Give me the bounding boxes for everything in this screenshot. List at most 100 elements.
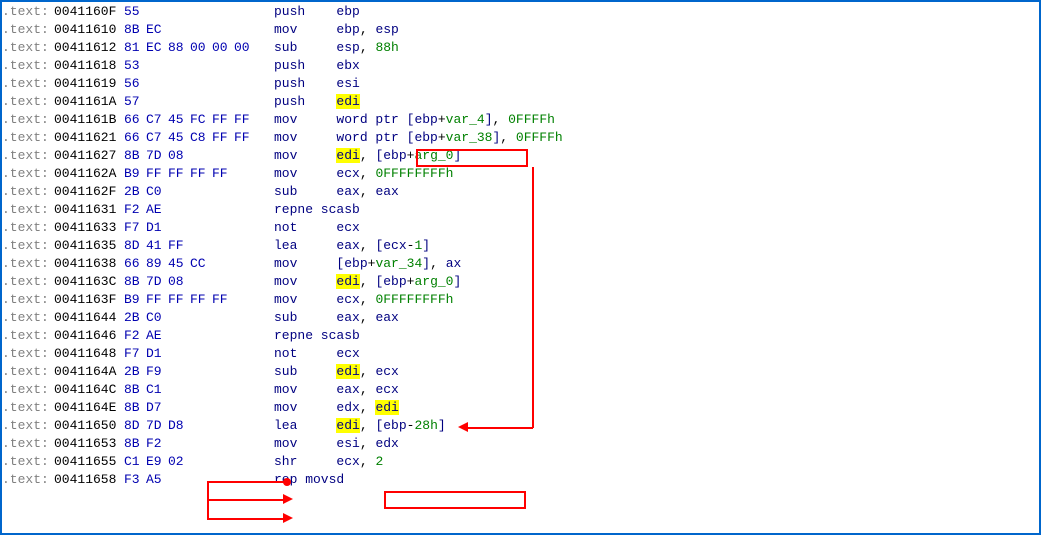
- disasm-row[interactable]: .text:0041164A2BF9sub edi, ecx: [2, 363, 1039, 381]
- operand-token: ]: [453, 274, 461, 289]
- address: 00411618: [54, 57, 124, 75]
- mnemonic: mov: [274, 256, 336, 271]
- seg-prefix: .text:: [2, 111, 54, 129]
- disasm-row[interactable]: .text:00411633F7D1not ecx: [2, 219, 1039, 237]
- disasm-row[interactable]: .text:0041161A57push edi: [2, 93, 1039, 111]
- operand-token: ,: [360, 22, 376, 37]
- instruction: lea edi, [ebp-28h]: [274, 417, 1039, 435]
- opcode-byte: D7: [146, 399, 168, 417]
- operand-token: ,: [360, 292, 376, 307]
- operand-token: var_38: [446, 130, 493, 145]
- address: 00411635: [54, 237, 124, 255]
- operand-token: edi: [336, 418, 359, 433]
- opcode-byte: 53: [124, 57, 146, 75]
- opcode-byte: [212, 75, 234, 93]
- operand-token: esi: [336, 436, 359, 451]
- opcode-byte: [190, 399, 212, 417]
- opcode-byte: F2: [124, 327, 146, 345]
- disasm-row[interactable]: .text:00411638668945CCmov [ebp+var_34], …: [2, 255, 1039, 273]
- opcode-byte: FF: [168, 237, 190, 255]
- operand-token: ax: [446, 256, 462, 271]
- opcode-byte: 00: [190, 39, 212, 57]
- instruction: lea eax, [ecx-1]: [274, 237, 1039, 255]
- opcode-byte: [234, 75, 256, 93]
- operand-token: ,: [360, 436, 376, 451]
- opcode-byte: [212, 201, 234, 219]
- mnemonic: lea: [274, 418, 336, 433]
- operand-token: ,: [360, 364, 376, 379]
- opcode-byte: C1: [146, 381, 168, 399]
- opcode-byte: [190, 21, 212, 39]
- disasm-row[interactable]: .text:0041162F2BC0sub eax, eax: [2, 183, 1039, 201]
- disasm-row[interactable]: .text:0041161853push ebx: [2, 57, 1039, 75]
- opcode-byte: [168, 381, 190, 399]
- opcode-byte: 88: [168, 39, 190, 57]
- disasm-row[interactable]: .text:004116278B7D08mov edi, [ebp+arg_0]: [2, 147, 1039, 165]
- opcode-byte: [212, 147, 234, 165]
- opcode-byte: [168, 435, 190, 453]
- address: 0041164E: [54, 399, 124, 417]
- address: 0041163F: [54, 291, 124, 309]
- disasm-row[interactable]: .text:004116442BC0sub eax, eax: [2, 309, 1039, 327]
- mnemonic: push: [274, 58, 336, 73]
- mnemonic: mov: [274, 130, 336, 145]
- opcode-byte: FF: [234, 111, 256, 129]
- mnemonic: not: [274, 220, 336, 235]
- disasm-row[interactable]: .text:00411658F3A5rep movsd: [2, 471, 1039, 489]
- disasm-row[interactable]: .text:00411648F7D1not ecx: [2, 345, 1039, 363]
- opcode-byte: EC: [146, 39, 168, 57]
- opcode-byte: [212, 345, 234, 363]
- operand-token: eax: [336, 238, 359, 253]
- opcode-byte: [234, 327, 256, 345]
- disasm-row[interactable]: .text:0041162166C745C8FFFFmov word ptr […: [2, 129, 1039, 147]
- opcode-byte: [234, 255, 256, 273]
- disasm-row[interactable]: .text:0041161B66C745FCFFFFmov word ptr […: [2, 111, 1039, 129]
- disasm-row[interactable]: .text:00411631F2AErepne scasb: [2, 201, 1039, 219]
- disasm-row[interactable]: .text:0041162AB9FFFFFFFFmov ecx, 0FFFFFF…: [2, 165, 1039, 183]
- disasm-row[interactable]: .text:0041161956push esi: [2, 75, 1039, 93]
- instruction: mov edi, [ebp+arg_0]: [274, 273, 1039, 291]
- seg-prefix: .text:: [2, 237, 54, 255]
- address: 0041162F: [54, 183, 124, 201]
- opcode-byte: FF: [146, 291, 168, 309]
- seg-prefix: .text:: [2, 327, 54, 345]
- address: 00411648: [54, 345, 124, 363]
- opcode-byte: [146, 75, 168, 93]
- disasm-row[interactable]: .text:004116538BF2mov esi, edx: [2, 435, 1039, 453]
- operand-token: edi: [336, 148, 359, 163]
- opcode-byte: [190, 471, 212, 489]
- disasm-row[interactable]: .text:0041163FB9FFFFFFFFmov ecx, 0FFFFFF…: [2, 291, 1039, 309]
- opcode-byte: B9: [124, 165, 146, 183]
- disasm-row[interactable]: .text:004116108BECmov ebp, esp: [2, 21, 1039, 39]
- disasm-row[interactable]: .text:0041164C8BC1mov eax, ecx: [2, 381, 1039, 399]
- operand-token: ecx: [336, 292, 359, 307]
- disasm-row[interactable]: .text:0041164E8BD7mov edx, edi: [2, 399, 1039, 417]
- instruction: sub esp, 88h: [274, 39, 1039, 57]
- operand-token: +: [438, 112, 446, 127]
- operand-token: eax: [375, 184, 398, 199]
- operand-token: ebp: [336, 4, 359, 19]
- opcode-byte: C8: [190, 129, 212, 147]
- disasm-row[interactable]: .text:00411655C1E902shr ecx, 2: [2, 453, 1039, 471]
- opcode-byte: [234, 165, 256, 183]
- mnemonic: sub: [274, 310, 336, 325]
- opcode-byte: [168, 309, 190, 327]
- disasm-row[interactable]: .text:00411646F2AErepne scasb: [2, 327, 1039, 345]
- opcode-byte: [146, 93, 168, 111]
- opcode-byte: [234, 399, 256, 417]
- operand-token: ,: [360, 382, 376, 397]
- instruction: mov ecx, 0FFFFFFFFh: [274, 165, 1039, 183]
- mnemonic: not: [274, 346, 336, 361]
- disasm-row[interactable]: .text:004116358D41FFlea eax, [ecx-1]: [2, 237, 1039, 255]
- opcode-byte: 8D: [124, 417, 146, 435]
- disasm-row[interactable]: .text:0041161281EC88000000sub esp, 88h: [2, 39, 1039, 57]
- disasm-row[interactable]: .text:0041163C8B7D08mov edi, [ebp+arg_0]: [2, 273, 1039, 291]
- operand-token: ]: [422, 238, 430, 253]
- address: 00411646: [54, 327, 124, 345]
- opcode-byte: FF: [212, 111, 234, 129]
- disasm-row[interactable]: .text:0041160F55push ebp: [2, 3, 1039, 21]
- opcode-byte: [190, 345, 212, 363]
- disasm-row[interactable]: .text:004116508D7DD8lea edi, [ebp-28h]: [2, 417, 1039, 435]
- opcode-byte: [190, 219, 212, 237]
- operand-token: ebp: [383, 148, 406, 163]
